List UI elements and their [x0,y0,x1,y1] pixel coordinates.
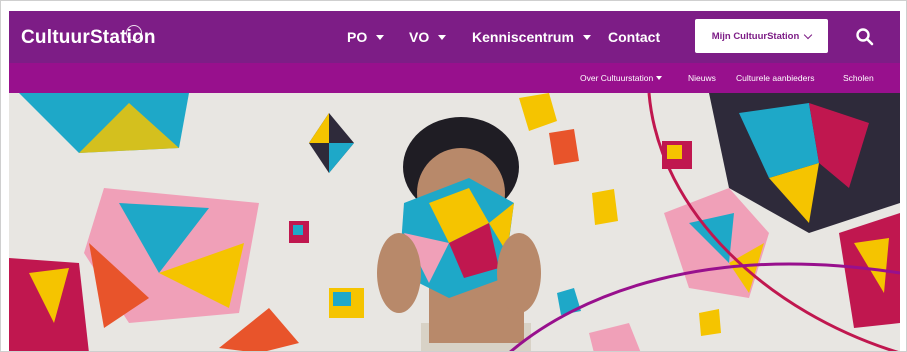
hero-image [9,93,900,351]
nav-item-vo[interactable]: VO [409,29,447,45]
search-icon[interactable] [855,27,875,47]
page-frame: CultuurStation PO VO Kenniscentrum Conta… [0,0,907,352]
chevron-down-icon [804,30,813,39]
nav-item-contact-label: Contact [608,29,661,45]
nav-item-kenniscentrum-label: Kenniscentrum [472,29,574,45]
subnav-item-culturele-aanbieders[interactable]: Culturele aanbieders [736,73,814,83]
mijn-cultuurstation-label: Mijn CultuurStation [711,30,800,42]
main-header: CultuurStation PO VO Kenniscentrum Conta… [9,11,900,63]
mijn-cultuurstation-button[interactable]: Mijn CultuurStation [695,19,828,53]
subnav-item-nieuws-label: Nieuws [688,73,716,83]
subnav-item-culturele-aanbieders-label: Culturele aanbieders [736,73,815,83]
nav-item-kenniscentrum[interactable]: Kenniscentrum [472,29,591,45]
nav-item-contact[interactable]: Contact [608,29,660,45]
subnav-item-scholen-label: Scholen [843,73,874,83]
subnav-item-over-cultuurstation[interactable]: Over Cultuurstation [580,73,663,83]
caret-down-icon [582,34,591,40]
nav-item-po[interactable]: PO [347,29,385,45]
hero-illustration [9,93,900,351]
subnav-item-scholen[interactable]: Scholen [843,73,874,83]
caret-down-icon [438,34,447,40]
caret-down-icon [376,34,385,40]
secondary-nav: Over Cultuurstation Nieuws Culturele aan… [9,63,900,93]
logo-swirl-icon [126,25,142,41]
subnav-item-over-cultuurstation-label: Over Cultuurstation [580,73,654,83]
caret-down-icon [656,76,663,80]
subnav-item-nieuws[interactable]: Nieuws [688,73,716,83]
nav-item-vo-label: VO [409,29,430,45]
nav-item-po-label: PO [347,29,368,45]
